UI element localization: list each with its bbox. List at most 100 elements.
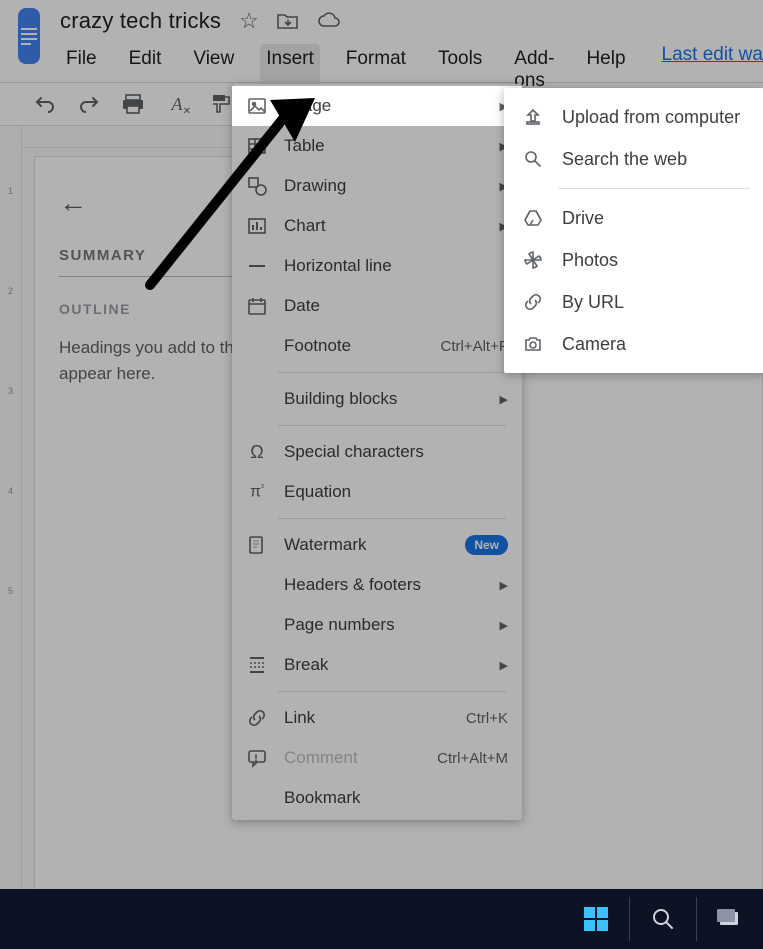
chevron-right-icon: ▶ — [500, 659, 508, 672]
photos-icon — [522, 249, 544, 271]
url-icon — [522, 291, 544, 313]
insert-horizontal-line[interactable]: Horizontal line — [232, 246, 522, 286]
blank-icon — [246, 574, 268, 596]
watermark-icon — [246, 534, 268, 556]
menu-item-label: Table — [284, 136, 508, 156]
blank-icon — [246, 787, 268, 809]
break-icon — [246, 654, 268, 676]
insert-link[interactable]: LinkCtrl+K — [232, 698, 522, 738]
menu-item-label: Footnote — [284, 336, 424, 356]
menu-item-label: Equation — [284, 482, 508, 502]
upload-icon — [522, 106, 544, 128]
blank-icon — [246, 614, 268, 636]
search-icon — [652, 908, 674, 930]
insert-drawing[interactable]: Drawing▶ — [232, 166, 522, 206]
format-clear-icon[interactable]: A✕ — [166, 93, 188, 115]
task-view-icon — [717, 908, 743, 930]
image-icon — [246, 95, 268, 117]
submenu-item-label: Camera — [562, 334, 626, 355]
print-icon[interactable] — [122, 93, 144, 115]
menu-item-label: Bookmark — [284, 788, 508, 808]
drawing-icon — [246, 175, 268, 197]
menu-item-label: Page numbers — [284, 615, 508, 635]
menu-item-label: Horizontal line — [284, 256, 508, 276]
image-sub-drive[interactable]: Drive — [504, 197, 763, 239]
divider — [59, 276, 249, 277]
undo-icon[interactable] — [34, 93, 56, 115]
menu-separator — [278, 691, 506, 692]
chevron-right-icon: ▶ — [500, 619, 508, 632]
shortcut-label: Ctrl+Alt+M — [437, 750, 508, 767]
document-title[interactable]: crazy tech tricks — [60, 8, 221, 34]
image-sub-by-url[interactable]: By URL — [504, 281, 763, 323]
blank-icon — [246, 388, 268, 410]
taskbar — [0, 889, 763, 949]
menu-separator — [278, 518, 506, 519]
paint-format-icon[interactable] — [210, 93, 232, 115]
image-sub-search-the-web[interactable]: Search the web — [504, 138, 763, 180]
insert-headers-footers[interactable]: Headers & footers▶ — [232, 565, 522, 605]
menu-item-label: Special characters — [284, 442, 508, 462]
insert-table[interactable]: Table▶ — [232, 126, 522, 166]
menu-item-label: Drawing — [284, 176, 508, 196]
chevron-right-icon: ▶ — [500, 393, 508, 406]
move-icon[interactable] — [277, 12, 299, 30]
image-sub-camera[interactable]: Camera — [504, 323, 763, 365]
insert-watermark[interactable]: Watermark New — [232, 525, 522, 565]
comment-icon — [246, 747, 268, 769]
drive-icon — [522, 207, 544, 229]
omega-icon: Ω — [246, 441, 268, 463]
chart-icon — [246, 215, 268, 237]
camera-icon — [522, 333, 544, 355]
submenu-item-label: Drive — [562, 208, 604, 229]
insert-chart[interactable]: Chart▶ — [232, 206, 522, 246]
insert-date[interactable]: Date — [232, 286, 522, 326]
insert-bookmark[interactable]: Bookmark — [232, 778, 522, 818]
menu-item-label: Comment — [284, 748, 421, 768]
docs-logo[interactable] — [18, 8, 40, 64]
menu-separator — [278, 372, 506, 373]
redo-icon[interactable] — [78, 93, 100, 115]
menu-edit[interactable]: Edit — [123, 44, 168, 96]
menu-item-label: Watermark — [284, 535, 449, 555]
menu-separator — [558, 188, 750, 189]
menu-file[interactable]: File — [60, 44, 103, 96]
menu-item-label: Building blocks — [284, 389, 508, 409]
start-button[interactable] — [571, 896, 621, 942]
star-icon[interactable]: ☆ — [239, 8, 259, 34]
image-sub-photos[interactable]: Photos — [504, 239, 763, 281]
menu-item-label: Break — [284, 655, 508, 675]
insert-footnote[interactable]: Footnote Ctrl+Alt+F — [232, 326, 522, 366]
submenu-item-label: Search the web — [562, 149, 687, 170]
menu-separator — [278, 425, 506, 426]
insert-menu: Image▶Table▶Drawing▶Chart▶Horizontal lin… — [232, 84, 522, 820]
insert-building-blocks[interactable]: Building blocks▶ — [232, 379, 522, 419]
new-badge: New — [465, 535, 508, 555]
blank-icon — [246, 335, 268, 357]
submenu-item-label: Photos — [562, 250, 618, 271]
vertical-ruler: 12345 — [0, 126, 22, 893]
insert-comment[interactable]: Comment Ctrl+Alt+M — [232, 738, 522, 778]
submenu-item-label: By URL — [562, 292, 624, 313]
shortcut-label: Ctrl+Alt+F — [440, 338, 508, 355]
insert-page-numbers[interactable]: Page numbers▶ — [232, 605, 522, 645]
taskbar-search-button[interactable] — [638, 896, 688, 942]
windows-icon — [584, 907, 608, 931]
task-view-button[interactable] — [705, 896, 755, 942]
insert-image[interactable]: Image▶ — [232, 86, 522, 126]
menu-item-label: Image — [284, 96, 508, 116]
pi-icon: π² — [246, 481, 268, 503]
menu-item-label: Date — [284, 296, 508, 316]
table-icon — [246, 135, 268, 157]
date-icon — [246, 295, 268, 317]
insert-break[interactable]: Break▶ — [232, 645, 522, 685]
insert-special-characters[interactable]: Ω Special characters — [232, 432, 522, 472]
image-submenu: Upload from computer Search the web Drive P… — [504, 88, 763, 373]
cloud-icon[interactable] — [317, 12, 341, 30]
link-icon — [246, 707, 268, 729]
chevron-right-icon: ▶ — [500, 579, 508, 592]
menu-item-label: Headers & footers — [284, 575, 508, 595]
image-sub-upload-from-computer[interactable]: Upload from computer — [504, 96, 763, 138]
insert-equation[interactable]: π² Equation — [232, 472, 522, 512]
hline-icon — [246, 255, 268, 277]
